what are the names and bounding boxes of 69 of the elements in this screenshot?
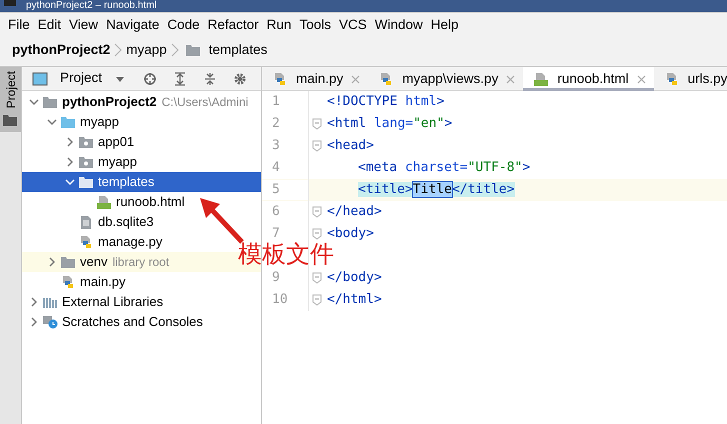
close-icon: [351, 74, 360, 84]
menu-item[interactable]: Tools: [295, 15, 335, 36]
code-line: </body>: [327, 269, 382, 288]
folder-icon: [60, 255, 76, 269]
tool-window-tab[interactable]: Project: [0, 67, 21, 132]
menu-item[interactable]: VCS: [334, 15, 371, 36]
pointer-arrow: [198, 196, 244, 244]
package-folder-icon: [78, 155, 94, 169]
tree-item[interactable]: db.sqlite3: [22, 212, 261, 232]
python-file-icon: [60, 275, 76, 289]
menu-item[interactable]: Window: [370, 15, 427, 36]
settings-icon: [232, 72, 248, 86]
menu-item[interactable]: Edit: [34, 15, 66, 36]
view-selector[interactable]: Project: [60, 68, 102, 89]
editor-tab[interactable]: runoob.html: [523, 67, 654, 91]
tree-item[interactable]: runoob.html: [22, 192, 261, 212]
scratches-icon: [42, 315, 58, 329]
tree-item[interactable]: Scratches and Consoles: [22, 312, 261, 332]
python-file-icon: [78, 235, 94, 249]
crosshair-icon: [142, 72, 158, 86]
folder-icon: [60, 115, 76, 129]
tree-item[interactable]: templates: [22, 172, 261, 192]
editor-tab[interactable]: myapp\views.py: [368, 67, 524, 91]
close-icon: [636, 74, 646, 84]
code-line: </head>: [327, 203, 382, 222]
tree-item[interactable]: main.py: [22, 272, 261, 292]
chevron-icon: [170, 43, 179, 57]
editor-tab[interactable]: urls.py: [654, 67, 727, 91]
path-hint: C:\Users\Admini: [162, 94, 248, 111]
app-icon: [4, 0, 16, 6]
folder-icon: [184, 43, 201, 57]
bar-chart-icon: [42, 295, 58, 309]
code-line: <head>: [327, 137, 374, 156]
code-line: <body>: [327, 225, 374, 242]
breadcrumb-item[interactable]: myapp: [126, 40, 167, 60]
breadcrumb-item[interactable]: templates: [208, 40, 268, 60]
code-line: <meta charset="UTF-8">: [358, 159, 530, 178]
menu-item[interactable]: File: [4, 15, 34, 36]
menu-item[interactable]: Navigate: [102, 15, 164, 36]
code-line: <!DOCTYPE html>: [327, 93, 444, 112]
window-title-text: pythonProject2 – runoob.html: [26, 0, 157, 11]
tree-item[interactable]: myapp: [22, 112, 261, 132]
breadcrumb-item[interactable]: pythonProject2: [12, 40, 110, 60]
tree-item[interactable]: app01: [22, 132, 261, 152]
panel-icon: [32, 72, 48, 86]
folder-icon: [78, 175, 94, 189]
editor-tab[interactable]: main.py: [262, 67, 368, 91]
line-number: 5: [262, 180, 308, 200]
menu-item[interactable]: Refactor: [204, 15, 263, 36]
menu-item[interactable]: Help: [426, 15, 462, 36]
chevron-icon: [114, 43, 122, 57]
html-file-icon: [96, 195, 112, 209]
folder-icon: [42, 95, 58, 109]
path-hint: library root: [112, 254, 170, 271]
code-line: </html>: [327, 291, 382, 310]
html-file-icon: [533, 72, 550, 86]
code-line: <html lang="en">: [327, 115, 452, 134]
menu-item[interactable]: View: [65, 15, 102, 36]
menu-item[interactable]: Run: [262, 15, 296, 36]
tree-item[interactable]: pythonProject2 C:\Users\Admini: [22, 92, 261, 112]
python-file-icon: [272, 72, 288, 86]
code-line: <title>Title</title>: [358, 181, 515, 200]
close-icon: [506, 74, 516, 84]
tree-item[interactable]: External Libraries: [22, 292, 261, 312]
text-file-icon: [78, 215, 94, 229]
folder-icon: [2, 112, 18, 128]
package-folder-icon: [78, 135, 94, 149]
tree-item[interactable]: myapp: [22, 152, 261, 172]
menu-item[interactable]: Code: [163, 15, 204, 36]
